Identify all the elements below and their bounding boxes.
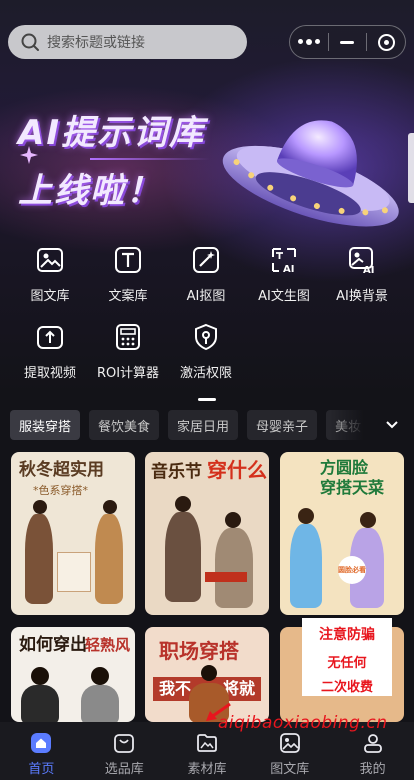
card-title: 如何穿出 xyxy=(19,635,87,655)
card-title: 方圆脸 xyxy=(320,458,369,477)
tool-extract-video[interactable]: 提取视频 xyxy=(11,322,89,381)
figure-outfit xyxy=(81,685,119,722)
figure-head xyxy=(225,512,241,528)
card-note xyxy=(57,552,91,592)
tool-ai-text-to-image[interactable]: AI AI文生图 xyxy=(245,245,323,304)
search-placeholder: 搜索标题或链接 xyxy=(47,35,145,51)
tool-label: 图文库 xyxy=(30,289,70,304)
top-bar: 搜索标题或链接 xyxy=(8,25,406,59)
chevron-down-icon xyxy=(386,421,398,429)
tool-label: ROI计算器 xyxy=(96,366,160,381)
tool-label: AI抠图 xyxy=(186,289,226,304)
tab-label: 素材库 xyxy=(187,762,227,777)
card-title: 职场穿搭 xyxy=(159,639,239,663)
card-subtitle: 我不 xyxy=(159,679,192,698)
tab-home[interactable]: 首页 xyxy=(0,722,83,780)
tab-label: 我的 xyxy=(359,762,386,777)
key-shield-icon xyxy=(195,323,217,351)
page-indicator xyxy=(198,398,216,401)
tool-label: 提取视频 xyxy=(23,366,76,381)
tool-label: AI换背景 xyxy=(336,289,388,304)
ai-text-to-image-icon: AI xyxy=(272,248,296,275)
figure-outfit xyxy=(21,685,59,722)
tool-roi-calculator[interactable]: ROI计算器 xyxy=(89,322,167,381)
category-tab-baby[interactable]: 母婴亲子 xyxy=(247,410,318,440)
calculator-icon xyxy=(116,324,140,350)
banner-subtitle: 上线啦！ xyxy=(18,171,162,211)
minimize-button[interactable] xyxy=(329,26,367,58)
scroll-indicator xyxy=(408,133,414,203)
tool-ai-background[interactable]: AI AI换背景 xyxy=(323,245,401,304)
tool-copy-library[interactable]: 文案库 xyxy=(89,245,167,304)
content-card[interactable]: 方圆脸 穿搭天菜 圆脸必看 xyxy=(280,452,404,615)
miniapp-capsule xyxy=(289,25,406,59)
figure-outfit xyxy=(25,514,53,604)
figure-outfit xyxy=(215,528,253,608)
notice-line-1: 注意防骗 xyxy=(319,627,375,643)
content-card[interactable]: 如何穿出 轻熟风 xyxy=(11,627,135,722)
content-card[interactable]: 音乐节 穿什么 xyxy=(145,452,269,615)
category-tab-food[interactable]: 餐饮美食 xyxy=(89,410,160,440)
search-icon xyxy=(21,33,39,51)
banner-underline xyxy=(90,158,210,160)
tool-label: AI文生图 xyxy=(258,289,310,304)
figure-head xyxy=(31,667,49,685)
home-icon xyxy=(31,733,52,753)
svg-text:AI: AI xyxy=(283,264,294,275)
gallery-icon xyxy=(279,733,300,753)
figure-head xyxy=(91,667,109,685)
card-title: 秋冬超实用 xyxy=(19,460,104,480)
video-extract-icon xyxy=(37,326,63,349)
tab-label: 选品库 xyxy=(104,762,144,777)
user-icon xyxy=(363,734,382,753)
search-bar[interactable]: 搜索标题或链接 xyxy=(8,25,247,59)
more-button[interactable] xyxy=(290,26,328,58)
tool-ai-cutout[interactable]: AI抠图 xyxy=(167,245,245,304)
figure-head xyxy=(33,500,47,514)
image-icon xyxy=(37,248,63,272)
tab-label: 图文库 xyxy=(270,762,310,777)
figure-outfit xyxy=(165,512,201,602)
card-title-highlight: 轻熟风 xyxy=(85,636,131,654)
notice-line-2: 无任何 xyxy=(327,656,367,671)
more-dots-icon xyxy=(297,39,320,45)
svg-text:AI: AI xyxy=(363,265,374,275)
close-circle-icon xyxy=(377,33,395,51)
card-tag: 圆脸必看 xyxy=(338,556,366,584)
figure-head xyxy=(103,500,117,514)
figure-outfit xyxy=(95,514,123,604)
figure-head xyxy=(360,512,376,528)
card-title-line2: 穿搭天菜 xyxy=(320,478,385,497)
ufo-illustration xyxy=(222,120,399,227)
ai-background-icon: AI xyxy=(349,247,374,276)
figure-head xyxy=(175,496,191,512)
card-subtitle: *色系穿搭* xyxy=(33,484,88,497)
folder-icon xyxy=(197,734,217,752)
minimize-icon xyxy=(340,40,355,44)
tab-product-library[interactable]: 选品库 xyxy=(83,722,166,780)
tool-activate-permission[interactable]: 激活权限 xyxy=(167,322,245,381)
card-title-highlight: 穿什么 xyxy=(207,458,267,482)
text-icon xyxy=(115,247,141,273)
scam-notice: 注意防骗 无任何 二次收费 xyxy=(302,618,392,696)
category-tab-home[interactable]: 家居日用 xyxy=(168,410,239,440)
banner-title: AI提示词库 xyxy=(18,113,205,153)
watermark-text: aiqibaoxiaobing.cn xyxy=(218,713,388,733)
notice-line-3: 二次收费 xyxy=(320,680,373,695)
figure-head xyxy=(298,508,314,524)
category-expand-button[interactable] xyxy=(378,415,406,435)
tool-label: 激活权限 xyxy=(179,366,232,381)
magic-wand-icon xyxy=(193,247,219,273)
content-card[interactable]: 秋冬超实用 *色系穿搭* xyxy=(11,452,135,615)
close-button[interactable] xyxy=(367,26,405,58)
card-title: 音乐节 xyxy=(151,462,202,482)
category-tab-fashion[interactable]: 服装穿搭 xyxy=(10,410,81,440)
tool-label: 文案库 xyxy=(108,289,148,304)
figure-outfit xyxy=(290,524,322,608)
bag-icon xyxy=(114,734,135,753)
tab-label: 首页 xyxy=(28,762,55,777)
tool-image-library[interactable]: 图文库 xyxy=(11,245,89,304)
figure-head xyxy=(201,665,217,681)
card-label-strip xyxy=(205,572,247,582)
